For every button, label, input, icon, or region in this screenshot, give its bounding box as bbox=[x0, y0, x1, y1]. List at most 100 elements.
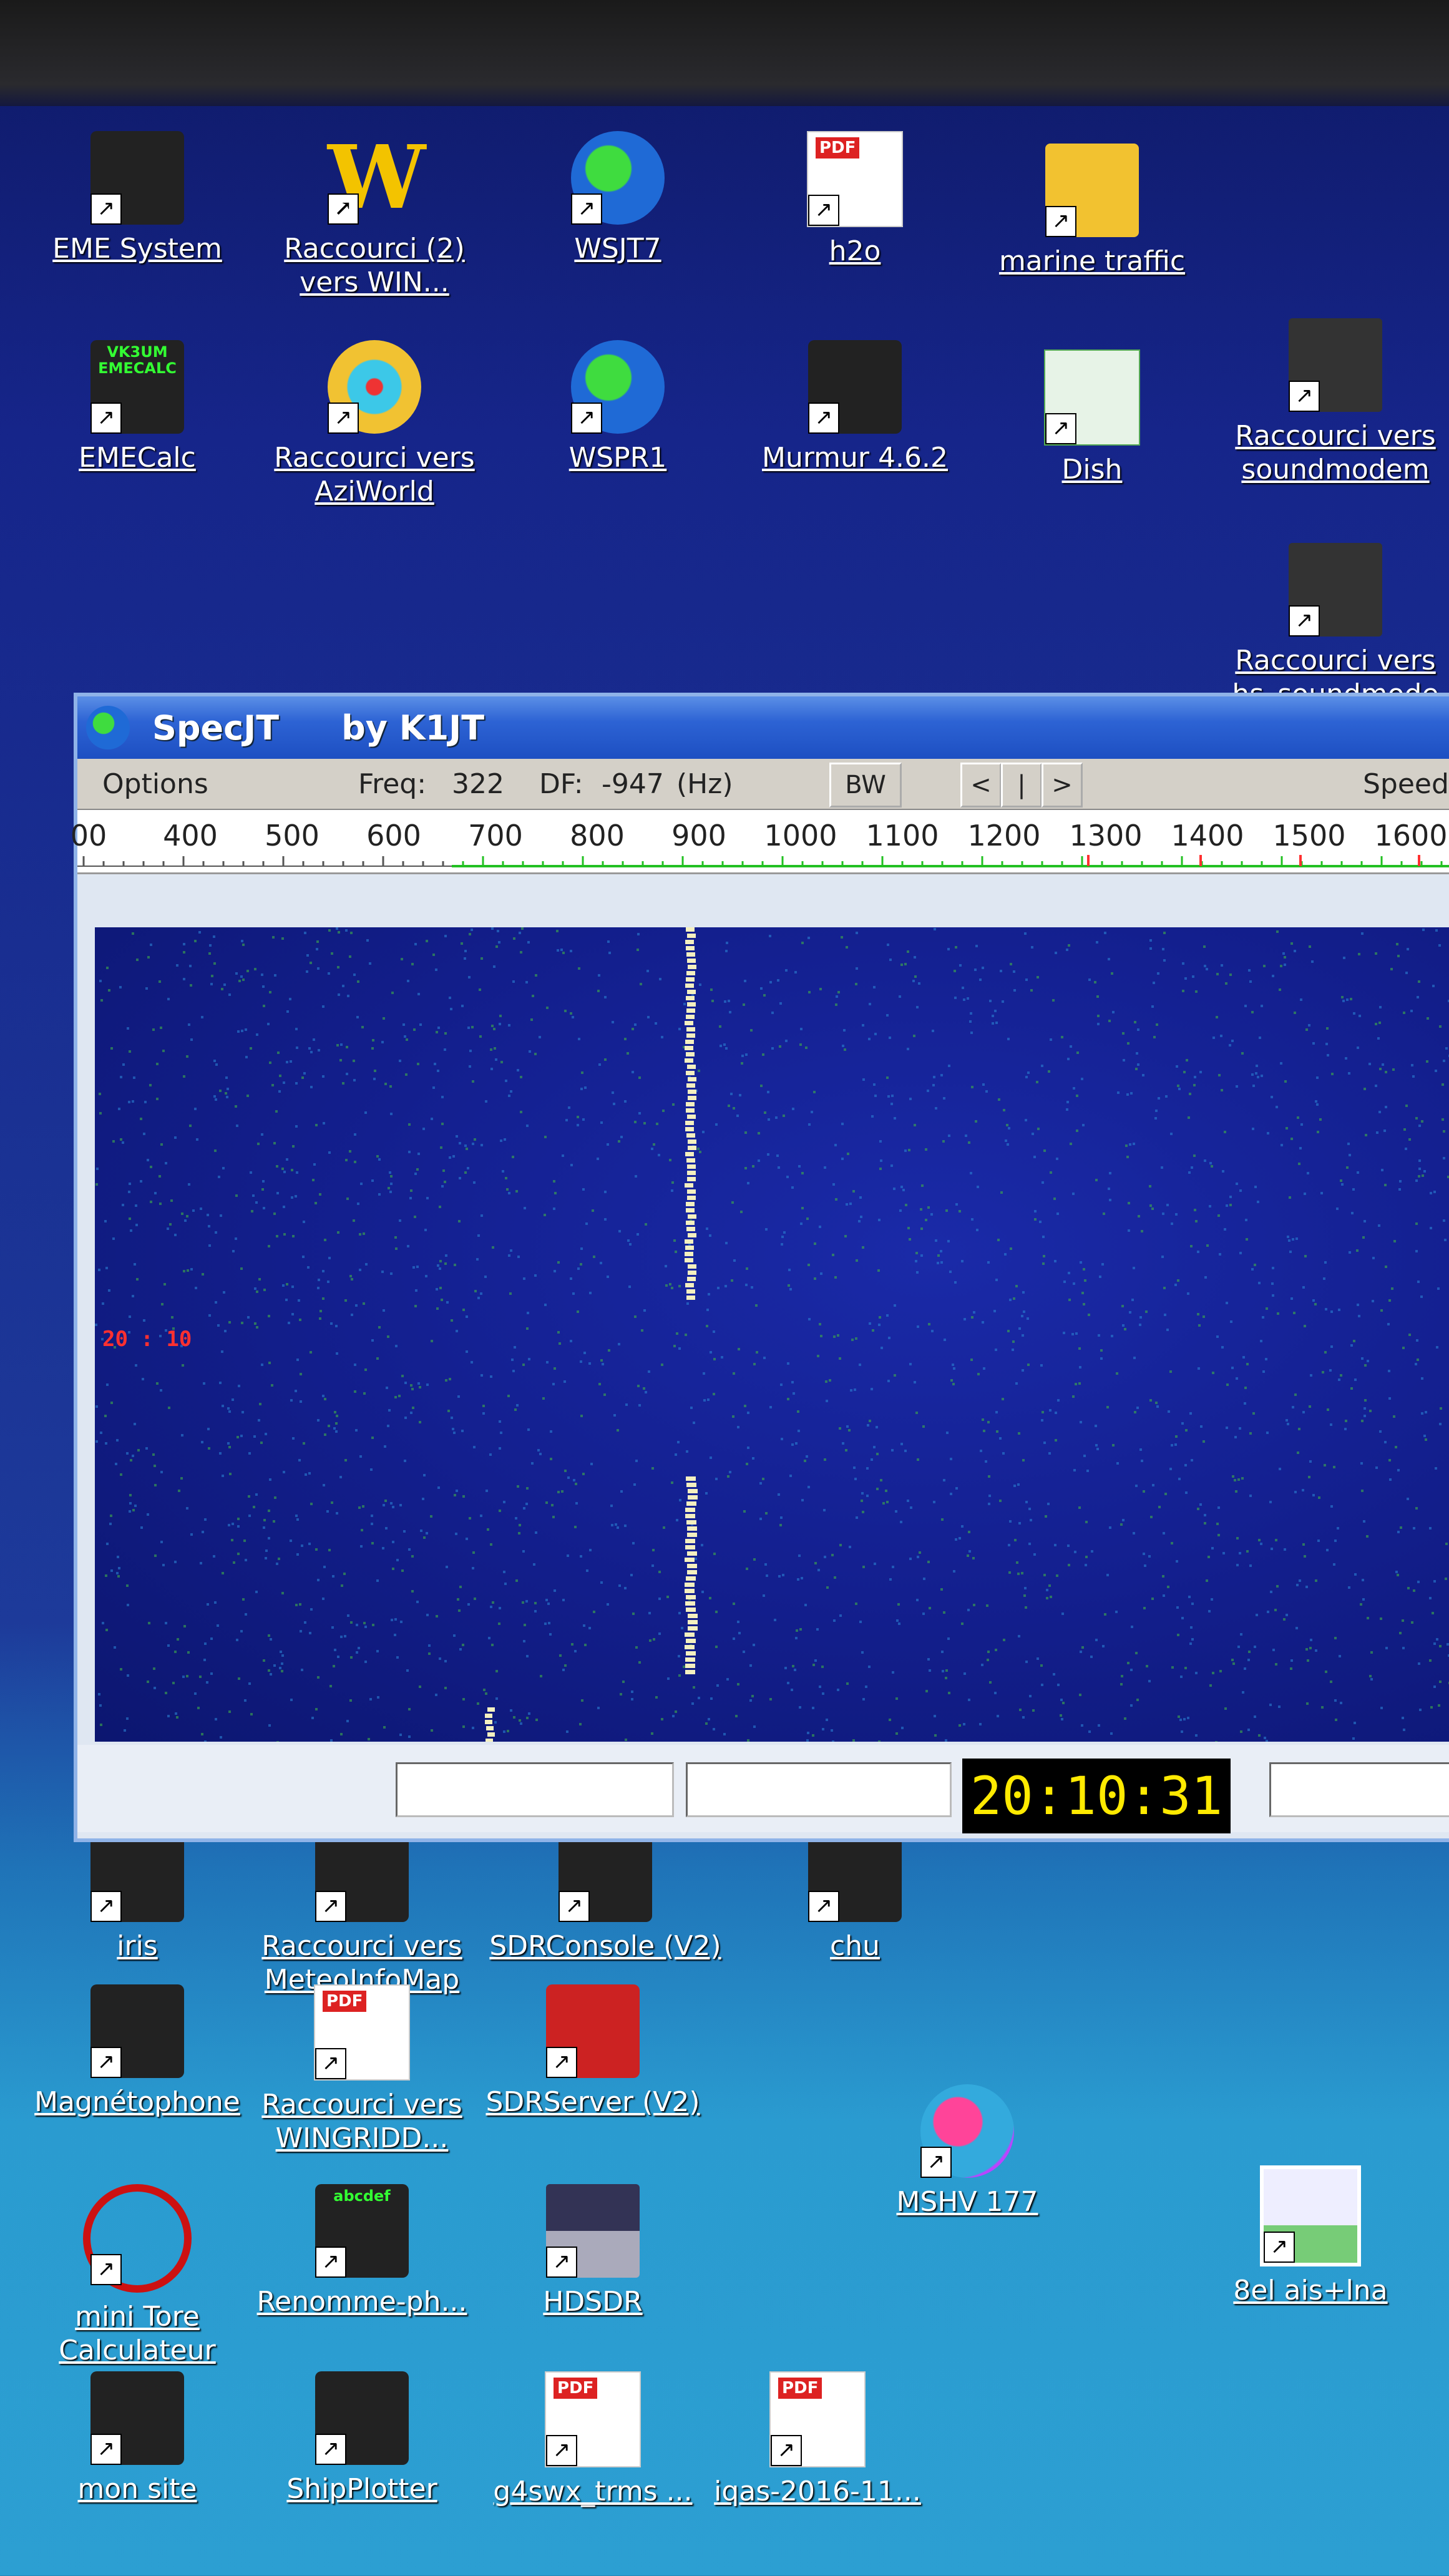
noise-pixel bbox=[281, 1662, 283, 1665]
noise-pixel bbox=[942, 1670, 944, 1672]
desktop-icon-bottom-0[interactable]: ↗ iris bbox=[19, 1828, 256, 1963]
desktop-icon-bottom-12[interactable]: ↗ mon site bbox=[19, 2371, 256, 2506]
noise-pixel bbox=[446, 1566, 448, 1568]
desktop-icon-top-0[interactable]: ↗ EME System bbox=[19, 131, 256, 266]
noise-pixel bbox=[1109, 1199, 1111, 1201]
desktop-icon-top-3[interactable]: ↗h2o bbox=[736, 131, 973, 268]
desktop-icon-top-4[interactable]: ↗ marine traffic bbox=[973, 144, 1211, 278]
options-menu[interactable]: Options bbox=[102, 768, 208, 800]
desktop-icon-bottom-14[interactable]: ↗g4swx_trms ... bbox=[474, 2371, 711, 2509]
noise-pixel bbox=[724, 1000, 726, 1003]
noise-pixel bbox=[825, 1380, 827, 1383]
noise-pixel bbox=[677, 1441, 680, 1443]
noise-pixel bbox=[1136, 1052, 1138, 1055]
noise-pixel bbox=[143, 1319, 145, 1322]
noise-pixel bbox=[1071, 1333, 1074, 1335]
noise-pixel bbox=[495, 945, 498, 948]
noise-pixel bbox=[183, 951, 185, 954]
noise-pixel bbox=[963, 1723, 965, 1725]
prev-button[interactable]: < bbox=[960, 763, 1002, 807]
desktop-icon-top-2[interactable]: ↗ WSJT7 bbox=[499, 131, 736, 266]
noise-pixel bbox=[679, 1499, 681, 1501]
noise-pixel bbox=[582, 1188, 585, 1191]
noise-pixel bbox=[303, 1221, 305, 1223]
next-button[interactable]: > bbox=[1042, 763, 1083, 807]
noise-pixel bbox=[1101, 1263, 1104, 1266]
noise-pixel bbox=[530, 1018, 533, 1021]
noise-pixel bbox=[506, 1188, 509, 1191]
noise-pixel bbox=[299, 1319, 301, 1321]
noise-pixel bbox=[988, 1495, 991, 1497]
noise-pixel bbox=[160, 1027, 162, 1029]
noise-pixel bbox=[526, 1717, 529, 1719]
frequency-ruler[interactable]: 00 400 500 600 700 800 900 1000 1100 1200 1300 1400… bbox=[71, 810, 1449, 874]
noise-pixel bbox=[524, 1207, 526, 1209]
desktop-icon-bottom-2[interactable]: ↗ SDRConsole (V2) bbox=[487, 1828, 724, 1963]
noise-pixel bbox=[1116, 1372, 1118, 1375]
noise-pixel bbox=[778, 1493, 780, 1496]
desktop-icon-top-11[interactable]: ↗Raccourci vershs_soundmode bbox=[1217, 543, 1449, 711]
noise-pixel bbox=[964, 1318, 966, 1320]
desktop-icon-top-9[interactable]: ↗ Dish bbox=[973, 349, 1211, 487]
noise-pixel bbox=[752, 1165, 754, 1168]
desktop-icon-bottom-3[interactable]: ↗ chu bbox=[736, 1828, 973, 1963]
noise-pixel bbox=[959, 1724, 961, 1727]
desktop-icon-top-1[interactable]: W ↗ Raccourci (2) vers WIN... bbox=[256, 131, 493, 300]
desktop-icon-bottom-1[interactable]: ↗ Raccourci vers MeteoInfoMap bbox=[243, 1828, 481, 1997]
window-titlebar[interactable]: SpecJT by K1JT bbox=[77, 696, 1449, 759]
desktop-icon-top-7[interactable]: ↗ WSPR1 bbox=[499, 340, 736, 475]
noise-pixel bbox=[570, 1277, 572, 1280]
desktop-icon-bottom-15[interactable]: ↗iqas-2016-11... bbox=[699, 2371, 936, 2509]
noise-pixel bbox=[182, 1676, 185, 1678]
noise-pixel bbox=[1439, 1645, 1442, 1647]
noise-pixel bbox=[1122, 1032, 1125, 1035]
noise-pixel bbox=[982, 1083, 985, 1086]
noise-pixel bbox=[1175, 1435, 1178, 1438]
desktop-icon-top-5[interactable]: VK3UM EMECALC ↗ EMECalc bbox=[19, 340, 256, 475]
noise-pixel bbox=[208, 1225, 210, 1227]
pdf-icon: ↗ bbox=[314, 1984, 410, 2081]
noise-pixel bbox=[1221, 1346, 1224, 1349]
noise-pixel bbox=[1062, 1702, 1065, 1704]
shortcut-arrow-icon: ↗ bbox=[571, 193, 602, 225]
noise-pixel bbox=[843, 1029, 846, 1032]
desktop-icon-bottom-7[interactable]: ↗ MSHV 177 bbox=[849, 2084, 1086, 2219]
noise-pixel bbox=[1128, 1202, 1130, 1204]
noise-pixel bbox=[1200, 1425, 1203, 1428]
noise-pixel bbox=[607, 940, 610, 943]
noise-pixel bbox=[1240, 1730, 1242, 1733]
desktop-icon-bottom-5[interactable]: ↗Raccourci versWINGRIDD... bbox=[243, 1984, 481, 2155]
desktop-icon-bottom-9[interactable]: ↗ mini Tore Calculateur bbox=[19, 2184, 256, 2368]
desktop-icon-bottom-11[interactable]: ↗ HDSDR bbox=[474, 2184, 711, 2319]
noise-pixel bbox=[1360, 1462, 1363, 1465]
desktop-icon-bottom-4[interactable]: ↗ Magnétophone bbox=[19, 1984, 256, 2119]
noise-pixel bbox=[1418, 1168, 1421, 1170]
desktop-icon-top-6[interactable]: ↗ Raccourci vers AziWorld bbox=[256, 340, 493, 509]
spectrum-waterfall[interactable]: 20 : 10 bbox=[95, 927, 1449, 1742]
noise-pixel bbox=[1281, 1144, 1283, 1146]
noise-pixel bbox=[472, 1567, 474, 1569]
desktop-icon-top-8[interactable]: ↗ Murmur 4.6.2 bbox=[736, 340, 973, 475]
center-button[interactable]: | bbox=[1001, 763, 1042, 807]
noise-pixel bbox=[817, 1569, 820, 1571]
desktop-icon-bottom-6[interactable]: ↗ SDRServer (V2) bbox=[474, 1984, 711, 2119]
noise-pixel bbox=[439, 1260, 442, 1262]
bw-button[interactable]: BW bbox=[829, 763, 902, 807]
noise-pixel bbox=[808, 1123, 811, 1126]
noise-pixel bbox=[209, 944, 212, 947]
noise-pixel bbox=[1109, 1172, 1111, 1174]
noise-pixel bbox=[1357, 1046, 1359, 1049]
noise-pixel bbox=[308, 1047, 311, 1050]
noise-pixel bbox=[834, 1576, 836, 1579]
desktop-icon-bottom-8[interactable]: ↗ 8el ais+lna bbox=[1192, 2165, 1429, 2308]
noise-pixel bbox=[862, 1024, 864, 1027]
desktop-icon-bottom-10[interactable]: abcdef ↗ Renomme-ph... bbox=[243, 2184, 481, 2319]
noise-pixel bbox=[1226, 1302, 1228, 1304]
specjt-window[interactable]: SpecJT by K1JT Options Freq: 322 DF: -94… bbox=[71, 693, 1449, 1842]
noise-pixel bbox=[1364, 1415, 1366, 1417]
desktop-icon-bottom-13[interactable]: ↗ ShipPlotter bbox=[243, 2371, 481, 2506]
noise-pixel bbox=[265, 1549, 268, 1552]
noise-pixel bbox=[546, 1007, 549, 1009]
desktop-icon-top-10[interactable]: ↗ Raccourci vers soundmodem bbox=[1217, 318, 1449, 487]
noise-pixel bbox=[627, 1052, 629, 1055]
